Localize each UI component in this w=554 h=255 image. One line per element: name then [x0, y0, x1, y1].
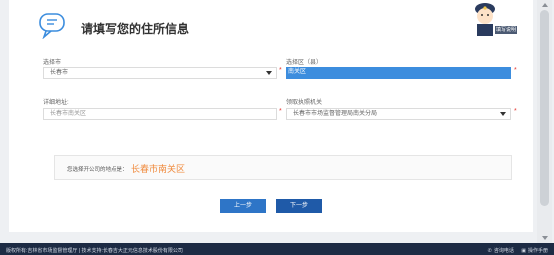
district-label: 选择区（县） [286, 60, 323, 66]
city-select-value: 长春市 [50, 70, 69, 76]
summary-label: 您选择开公司的地点是： [67, 167, 128, 173]
required-mark: * [514, 67, 517, 74]
chevron-down-icon [266, 71, 272, 75]
required-mark: * [279, 67, 282, 74]
prev-step-button[interactable]: 上一步 [220, 199, 266, 213]
scroll-up-icon[interactable] [542, 3, 548, 7]
main-card: 请填写您的住所信息 填写说明 选择市 长春市 * 选择区（县） 南关区 * 详细… [9, 0, 533, 232]
address-input[interactable]: 长春市南关区 [43, 108, 277, 120]
chevron-down-icon [500, 112, 506, 116]
scroll-thumb[interactable] [540, 10, 549, 206]
page-footer: 版权所有:吉林省市场监督管理厅 | 技术支持:长春吉大正元信息技术股份有限公司 … [0, 243, 554, 255]
authority-select[interactable]: 长春市市场监督管理局南关分局 [286, 108, 511, 120]
city-label: 选择市 [43, 60, 62, 66]
authority-label: 领取执照机关 [286, 100, 323, 106]
hotline-link[interactable]: 咨询电话 [494, 248, 514, 254]
scroll-down-icon[interactable] [542, 236, 548, 240]
required-mark: * [514, 108, 517, 115]
manual-icon: ▣ [521, 247, 526, 254]
page-scrollbar[interactable] [537, 0, 552, 243]
authority-select-value: 长春市市场监督管理局南关分局 [293, 111, 378, 117]
footer-copyright: 版权所有:吉林省市场监督管理厅 | 技术支持:长春吉大正元信息技术股份有限公司 [6, 247, 183, 254]
manual-link[interactable]: 操作手册 [528, 248, 548, 254]
footer-links: ✆ 咨询电话 ▣ 操作手册 [482, 247, 548, 254]
mascot-help-tag[interactable]: 填写说明 [495, 26, 517, 34]
next-step-button[interactable]: 下一步 [276, 199, 322, 213]
required-mark: * [279, 108, 282, 115]
summary-value: 长春市南关区 [131, 164, 186, 174]
phone-icon: ✆ [487, 247, 492, 254]
page-title: 请填写您的住所信息 [81, 22, 190, 36]
form-speech-icon [39, 13, 65, 39]
address-placeholder: 长春市南关区 [50, 111, 87, 117]
district-select-value: 南关区 [286, 67, 511, 79]
location-summary: 您选择开公司的地点是： 长春市南关区 [54, 155, 512, 180]
district-select[interactable]: 南关区 [286, 67, 511, 79]
city-select[interactable]: 长春市 [43, 67, 277, 79]
address-label: 详细地址: [43, 100, 69, 106]
